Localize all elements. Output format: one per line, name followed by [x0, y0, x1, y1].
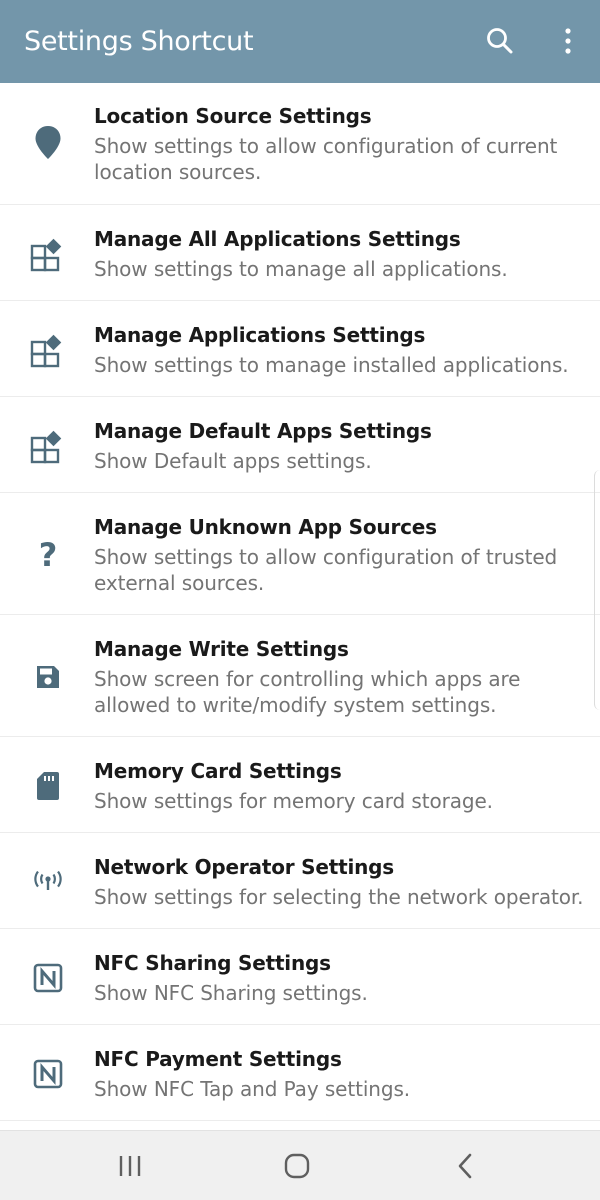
home-icon [284, 1153, 310, 1179]
scrollbar[interactable] [594, 470, 600, 710]
sd-card-icon [26, 764, 70, 808]
item-title: Manage Write Settings [94, 637, 349, 661]
nfc-icon [26, 1052, 70, 1096]
list-item-memory-card[interactable]: Memory Card Settings Show settings for m… [0, 737, 600, 833]
apps-grid-icon [26, 232, 70, 276]
list-item-manage-write-settings[interactable]: Manage Write Settings Show screen for co… [0, 615, 600, 737]
settings-list: Location Source Settings Show settings t… [0, 83, 600, 1130]
item-subtitle: Show settings for memory card storage. [94, 789, 493, 813]
item-title: Manage All Applications Settings [94, 227, 461, 251]
back-button[interactable] [436, 1143, 496, 1189]
recent-apps-icon [119, 1156, 141, 1176]
list-item-nfc-payment[interactable]: NFC Payment Settings Show NFC Tap and Pa… [0, 1025, 600, 1121]
item-subtitle: Show Default apps settings. [94, 449, 372, 473]
item-subtitle: Show NFC Sharing settings. [94, 981, 368, 1005]
item-title: Manage Unknown App Sources [94, 515, 437, 539]
list-item-location-source[interactable]: Location Source Settings Show settings t… [0, 83, 600, 205]
more-options-button[interactable] [546, 18, 590, 64]
item-title: Manage Default Apps Settings [94, 419, 432, 443]
item-subtitle: Show settings to manage installed applic… [94, 353, 569, 377]
search-icon [487, 28, 513, 54]
item-title: Network Operator Settings [94, 855, 394, 879]
item-subtitle: Show settings to manage all applications… [94, 257, 508, 281]
recent-apps-button[interactable] [100, 1143, 160, 1189]
save-floppy-icon [26, 655, 70, 699]
antenna-signal-icon [26, 860, 70, 904]
location-pin-icon [26, 121, 70, 165]
back-icon [458, 1153, 472, 1179]
list-item-nfc-sharing[interactable]: NFC Sharing Settings Show NFC Sharing se… [0, 929, 600, 1025]
apps-grid-icon [26, 424, 70, 468]
list-item-unknown-app-sources[interactable]: ? Manage Unknown App Sources Show settin… [0, 493, 600, 615]
item-subtitle: Show settings to allow configuration of … [94, 545, 558, 595]
item-title: NFC Payment Settings [94, 1047, 342, 1071]
list-item-manage-default-apps[interactable]: Manage Default Apps Settings Show Defaul… [0, 397, 600, 493]
item-subtitle: Show screen for controlling which apps a… [94, 667, 521, 717]
list-item-network-operator[interactable]: Network Operator Settings Show settings … [0, 833, 600, 929]
app-bar: Settings Shortcut [0, 0, 600, 83]
more-vert-icon [565, 28, 571, 54]
item-title: Memory Card Settings [94, 759, 342, 783]
apps-grid-icon [26, 328, 70, 372]
item-subtitle: Show NFC Tap and Pay settings. [94, 1077, 411, 1101]
item-title: Location Source Settings [94, 104, 372, 128]
item-subtitle: Show settings to allow configuration of … [94, 134, 558, 184]
list-item-manage-all-applications[interactable]: Manage All Applications Settings Show se… [0, 205, 600, 301]
question-mark-icon: ? [38, 536, 58, 574]
app-title: Settings Shortcut [24, 26, 254, 57]
nfc-icon [26, 956, 70, 1000]
item-subtitle: Show settings for selecting the network … [94, 885, 584, 909]
item-title: NFC Sharing Settings [94, 951, 331, 975]
system-nav-bar [0, 1130, 600, 1200]
search-button[interactable] [478, 18, 522, 64]
item-title: Manage Applications Settings [94, 323, 426, 347]
home-button[interactable] [267, 1143, 327, 1189]
list-item-manage-applications[interactable]: Manage Applications Settings Show settin… [0, 301, 600, 397]
